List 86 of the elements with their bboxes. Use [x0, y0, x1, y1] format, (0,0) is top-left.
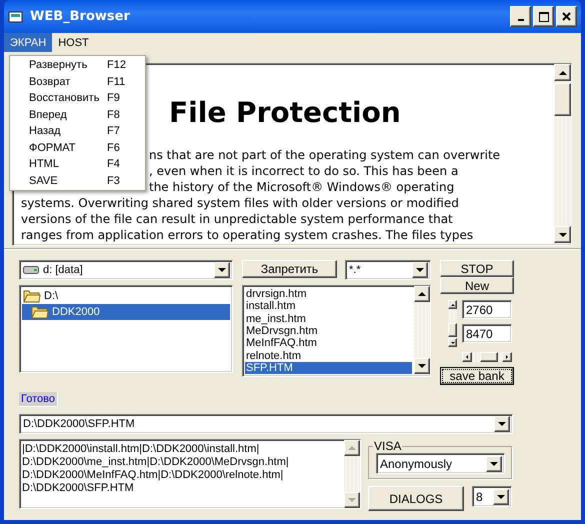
- page-heading: File Protection: [169, 95, 401, 131]
- left-arrow-icon: [466, 355, 468, 359]
- drive-icon: [23, 266, 39, 274]
- file-item[interactable]: MeDrvsgn.htm: [245, 324, 412, 338]
- close-icon: [562, 12, 571, 21]
- scroll-thumb[interactable]: [554, 83, 571, 116]
- menu-entry[interactable]: ФОРМАТ F6: [10, 140, 145, 156]
- paragraph-line: the history of the Microsoft® Windows® operating: [149, 179, 454, 195]
- log-textarea[interactable]: |D:\DDK2000\install.htm|D:\DDK2000\install.htm| D:\DDK2000\me_inst.htm|D:\DDK2000\MeDrvsgn.htm| D:\DDK2000\MeInfFAQ.htm|D:\DDK2000\relnote.htm| D:\DDK2000\SFP.HTM: [19, 439, 361, 509]
- log-line: |D:\DDK2000\install.htm|D:\DDK2000\install.htm|: [22, 443, 260, 456]
- log-line: D:\DDK2000\SFP.HTM: [22, 482, 135, 495]
- down-arrow-icon: [450, 342, 454, 344]
- file-item[interactable]: MeInfFAQ.htm: [245, 337, 412, 350]
- down-arrow-icon: [498, 422, 506, 426]
- menu-entry[interactable]: SAVE F3: [10, 172, 145, 189]
- vertical-scrollbar[interactable]: [448, 300, 457, 347]
- down-arrow-icon: [416, 268, 424, 272]
- count-dropdown[interactable]: 8: [472, 486, 512, 507]
- folder-item[interactable]: D:\: [22, 288, 230, 304]
- paragraph-line: versions of the file can result in unpredictable system performance that: [21, 211, 453, 227]
- up-arrow-icon: [558, 70, 566, 74]
- down-arrow-icon: [348, 498, 356, 502]
- folder-item[interactable]: DDK2000: [22, 304, 230, 320]
- log-line: D:\DDK2000\MeInfFAQ.htm|D:\DDK2000\relnote.htm|: [22, 469, 284, 482]
- drive-dropdown[interactable]: d: [data]: [19, 260, 233, 280]
- up-arrow-icon: [418, 292, 426, 296]
- menu-item[interactable]: HOST: [52, 33, 95, 52]
- paragraph-line: systems. Overwriting shared system files with older versions or modified: [21, 195, 459, 211]
- path-dropdown[interactable]: D:\DDK2000\SFP.HTM: [19, 414, 513, 434]
- down-arrow-icon: [497, 494, 505, 498]
- app-icon: [8, 10, 24, 24]
- right-arrow-icon: [506, 355, 508, 359]
- visa-dropdown[interactable]: Anonymously: [376, 453, 505, 474]
- down-arrow-icon: [418, 364, 426, 368]
- file-item[interactable]: SFP.HTM: [245, 362, 412, 374]
- menu-entry[interactable]: Восстановить F9: [10, 90, 145, 106]
- window-title: WEB_Browser: [30, 9, 131, 24]
- file-item[interactable]: drvrsign.htm: [245, 288, 412, 300]
- up-arrow-icon: [348, 446, 356, 450]
- menu-entry[interactable]: HTML F4: [10, 156, 145, 172]
- scroll-thumb[interactable]: [448, 323, 457, 337]
- file-item[interactable]: install.htm: [245, 300, 412, 313]
- save-bank-button[interactable]: save bank: [440, 367, 514, 385]
- vertical-scrollbar[interactable]: [554, 64, 571, 243]
- horizontal-scrollbar[interactable]: [462, 352, 512, 362]
- down-arrow-icon: [490, 462, 498, 466]
- log-line: D:\DDK2000\me_inst.htm|D:\DDK2000\MeDrvsgn.htm|: [22, 456, 290, 469]
- menu-entry[interactable]: Вперед F8: [10, 106, 145, 123]
- down-arrow-icon: [558, 232, 566, 236]
- dropdown-button[interactable]: [493, 488, 509, 504]
- paragraph-line: , even when it is incorrect to do so. This has been a: [149, 163, 458, 179]
- file-item[interactable]: me_inst.htm: [245, 312, 412, 325]
- scroll-thumb[interactable]: [480, 352, 498, 362]
- menu-entry[interactable]: Развернуть F12: [10, 57, 145, 74]
- dropdown-button[interactable]: [494, 416, 510, 432]
- maximize-icon: [538, 12, 548, 22]
- group-label: VISA: [373, 439, 402, 453]
- stop-button[interactable]: STOP: [440, 260, 514, 277]
- dialogs-button[interactable]: DIALOGS: [368, 486, 464, 511]
- close-button[interactable]: [556, 6, 577, 27]
- up-arrow-icon: [450, 304, 454, 306]
- down-arrow-icon: [218, 268, 226, 272]
- minimize-button[interactable]: [510, 6, 531, 27]
- menu-entry[interactable]: Возврат F11: [10, 74, 145, 90]
- number-field[interactable]: 8470: [462, 324, 512, 343]
- dropdown-button[interactable]: [486, 456, 502, 472]
- folder-icon: [31, 305, 49, 319]
- dropdown-button[interactable]: [412, 262, 428, 278]
- menu-item[interactable]: ЭКРАН: [4, 33, 52, 52]
- file-list[interactable]: drvrsign.htm install.htm me_inst.htm MeDrvsgn.htm MeInfFAQ.htm relnote.htm SFP.HTM: [242, 285, 431, 377]
- folder-icon: [23, 289, 41, 303]
- vertical-scrollbar[interactable]: [414, 286, 430, 374]
- menu-entry[interactable]: Назад F7: [10, 123, 145, 140]
- filter-dropdown[interactable]: *.*: [345, 260, 431, 280]
- paragraph-line: ns that are not part of the operating system can overwrite: [149, 147, 500, 163]
- vertical-scrollbar[interactable]: [344, 440, 360, 508]
- file-item[interactable]: relnote.htm: [245, 349, 412, 362]
- folder-list[interactable]: D:\ DDK2000: [19, 285, 233, 373]
- dropdown-button[interactable]: [214, 262, 230, 278]
- number-field[interactable]: 2760: [462, 300, 512, 319]
- paragraph-line: ranges from application errors to operating system crashes. The files types: [21, 227, 474, 243]
- status-label: Готово: [19, 392, 58, 407]
- maximize-button[interactable]: [533, 6, 554, 27]
- block-button[interactable]: Запретить: [242, 260, 337, 278]
- minimize-icon: [518, 18, 524, 20]
- new-button[interactable]: New: [440, 277, 514, 294]
